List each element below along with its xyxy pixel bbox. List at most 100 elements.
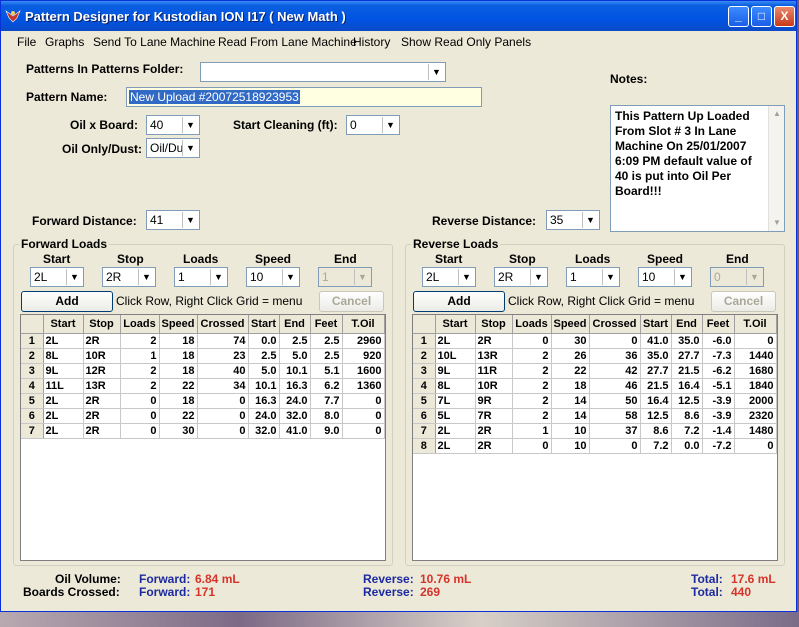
cell-loads[interactable]: 2 [120,363,160,379]
cell-end[interactable]: 0.0 [671,438,703,454]
cell-start-ft[interactable]: 2.5 [248,348,280,364]
cell-feet[interactable]: 2.5 [310,333,343,349]
cell-start-ft[interactable]: 32.0 [248,423,280,439]
chevron-down-icon[interactable]: ▼ [582,212,598,228]
cell-start[interactable]: 2L [435,333,476,349]
cell-feet[interactable]: -1.4 [702,423,735,439]
table-row[interactable]: 3 9L 12R 2 18 40 5.0 10.1 5.1 1600 [21,363,385,379]
cell-start-ft[interactable]: 16.4 [640,393,672,409]
scroll-down-icon[interactable]: ▼ [770,216,784,230]
cell-loads[interactable]: 0 [512,438,552,454]
cell-start[interactable]: 2L [43,423,84,439]
cell-stop[interactable]: 13R [83,378,121,394]
cell-rownum[interactable]: 6 [413,408,436,424]
cell-speed[interactable]: 30 [159,423,198,439]
cell-end[interactable]: 2.5 [279,333,311,349]
cell-start[interactable]: 9L [43,363,84,379]
cell-end[interactable]: 12.5 [671,393,703,409]
cell-toil[interactable]: 1600 [342,363,385,379]
cell-crossed[interactable]: 34 [197,378,249,394]
fwd-speed-dropdown[interactable]: 10 ▼ [246,267,300,287]
col-header-start-ft[interactable]: Start [640,315,672,334]
cell-loads[interactable]: 2 [512,393,552,409]
cell-feet[interactable]: 5.1 [310,363,343,379]
col-header-speed[interactable]: Speed [551,315,590,334]
cell-rownum[interactable]: 6 [21,408,44,424]
cell-stop[interactable]: 9R [475,393,513,409]
cell-toil[interactable]: 1480 [734,423,777,439]
cell-start[interactable]: 11L [43,378,84,394]
chevron-down-icon[interactable]: ▼ [674,269,690,285]
cell-start-ft[interactable]: 7.2 [640,438,672,454]
cell-toil[interactable]: 0 [342,408,385,424]
cell-speed[interactable]: 14 [551,393,590,409]
cell-rownum[interactable]: 5 [413,393,436,409]
cell-loads[interactable]: 2 [512,378,552,394]
col-header-stop[interactable]: Stop [83,315,121,334]
cell-start-ft[interactable]: 35.0 [640,348,672,364]
oil-only-dust-dropdown[interactable]: Oil/Du ▼ [146,138,200,158]
cell-feet[interactable]: 9.0 [310,423,343,439]
cell-feet[interactable]: -6.0 [702,333,735,349]
menu-send-to-lane-machine[interactable]: Send To Lane Machine [93,35,216,49]
cell-speed[interactable]: 18 [159,333,198,349]
chevron-down-icon[interactable]: ▼ [458,269,474,285]
cell-end[interactable]: 5.0 [279,348,311,364]
chevron-down-icon[interactable]: ▼ [182,140,198,156]
cell-crossed[interactable]: 46 [589,378,641,394]
cell-rownum[interactable]: 4 [413,378,436,394]
minimize-button[interactable]: _ [728,6,749,27]
cell-feet[interactable]: -3.9 [702,408,735,424]
cell-end[interactable]: 21.5 [671,363,703,379]
cell-start[interactable]: 2L [435,438,476,454]
cell-rownum[interactable]: 7 [21,423,44,439]
chevron-down-icon[interactable]: ▼ [138,269,154,285]
table-row[interactable]: 5 7L 9R 2 14 50 16.4 12.5 -3.9 2000 [413,393,777,409]
col-header-start-ft[interactable]: Start [248,315,280,334]
cell-end[interactable]: 24.0 [279,393,311,409]
cell-loads[interactable]: 0 [512,333,552,349]
cell-loads[interactable]: 2 [512,348,552,364]
cell-start-ft[interactable]: 27.7 [640,363,672,379]
cell-end[interactable]: 41.0 [279,423,311,439]
cell-toil[interactable]: 920 [342,348,385,364]
cell-start-ft[interactable]: 0.0 [248,333,280,349]
cell-stop[interactable]: 10R [475,378,513,394]
menu-read-from-lane-machine[interactable]: Read From Lane Machine [218,35,357,49]
cell-rownum[interactable]: 4 [21,378,44,394]
cell-toil[interactable]: 0 [342,423,385,439]
cell-toil[interactable]: 1360 [342,378,385,394]
cell-start-ft[interactable]: 21.5 [640,378,672,394]
cell-end[interactable]: 32.0 [279,408,311,424]
cell-feet[interactable]: -5.1 [702,378,735,394]
chevron-down-icon[interactable]: ▼ [282,269,298,285]
chevron-down-icon[interactable]: ▼ [66,269,82,285]
cell-feet[interactable]: -7.2 [702,438,735,454]
cell-start[interactable]: 2L [43,393,84,409]
col-header-start[interactable]: Start [435,315,476,334]
menu-show-read-only-panels[interactable]: Show Read Only Panels [401,35,531,49]
menu-graphs[interactable]: Graphs [45,35,84,49]
cell-loads[interactable]: 2 [512,363,552,379]
cell-start[interactable]: 7L [435,393,476,409]
cell-speed[interactable]: 10 [551,438,590,454]
col-header-feet[interactable]: Feet [310,315,343,334]
cell-speed[interactable]: 18 [551,378,590,394]
table-row[interactable]: 7 2L 2R 0 30 0 32.0 41.0 9.0 0 [21,423,385,439]
cell-speed[interactable]: 18 [159,348,198,364]
notes-scrollbar[interactable]: ▲ ▼ [768,106,784,231]
cell-start[interactable]: 10L [435,348,476,364]
table-row[interactable]: 6 5L 7R 2 14 58 12.5 8.6 -3.9 2320 [413,408,777,424]
cell-start-ft[interactable]: 41.0 [640,333,672,349]
cell-start[interactable]: 9L [435,363,476,379]
pattern-name-input[interactable]: New Upload #20072518923953 [126,87,482,107]
cell-start[interactable]: 8L [435,378,476,394]
close-button[interactable]: X [774,6,795,27]
oil-x-board-dropdown[interactable]: 40 ▼ [146,115,200,135]
cell-speed[interactable]: 18 [159,393,198,409]
table-row[interactable]: 1 2L 2R 2 18 74 0.0 2.5 2.5 2960 [21,333,385,349]
cell-crossed[interactable]: 0 [197,423,249,439]
cell-feet[interactable]: -3.9 [702,393,735,409]
cell-toil[interactable]: 0 [734,438,777,454]
cell-speed[interactable]: 22 [551,363,590,379]
